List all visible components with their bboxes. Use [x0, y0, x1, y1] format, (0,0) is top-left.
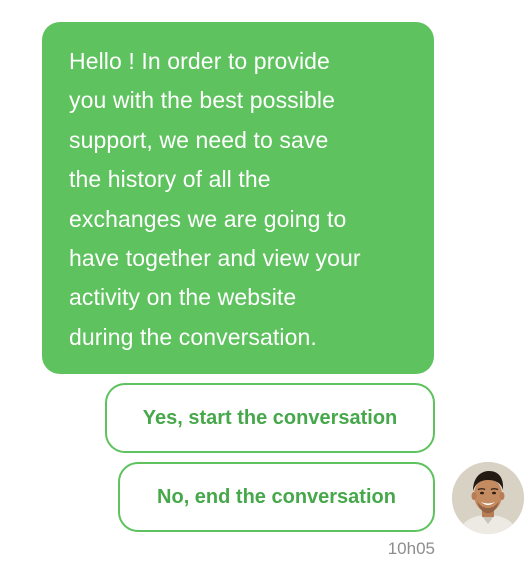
end-conversation-button[interactable]: No, end the conversation — [118, 462, 435, 532]
message-line: you with the best possible — [69, 87, 335, 114]
message-line: activity on the website — [69, 284, 297, 311]
message-line: Hello ! In order to provide — [69, 48, 330, 74]
agent-avatar — [452, 462, 524, 534]
message-line: exchanges we are going to — [69, 205, 347, 232]
start-conversation-button[interactable]: Yes, start the conversation — [105, 383, 435, 453]
message-line: have together and view your — [69, 245, 361, 272]
message-line: support, we need to save — [69, 126, 329, 153]
avatar-photo-icon — [452, 462, 524, 534]
message-line: during the conversation. — [69, 323, 317, 350]
message-line: the history of all the — [69, 166, 271, 193]
bot-message-bubble: Hello ! In order to provide you with the… — [42, 22, 434, 374]
message-timestamp: 10h05 — [387, 539, 435, 558]
